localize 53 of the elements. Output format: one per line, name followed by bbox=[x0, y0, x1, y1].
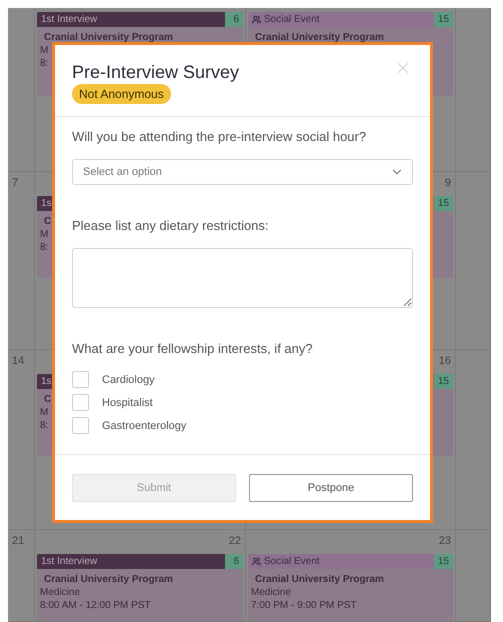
question-label: Please list any dietary restrictions: bbox=[72, 218, 270, 234]
count-badge: 15 bbox=[434, 554, 453, 569]
count-badge: 15 bbox=[434, 374, 453, 389]
day-number: 21 bbox=[12, 535, 24, 547]
event-line: 7:00 PM - 9:00 PM PST bbox=[251, 599, 357, 612]
event-line: 8: bbox=[40, 57, 48, 70]
event-line: C bbox=[43, 393, 52, 406]
event-title: 1st Interview bbox=[41, 556, 98, 567]
event-title: Social Event bbox=[252, 556, 320, 567]
text-area[interactable] bbox=[72, 248, 413, 308]
event-title: 1s bbox=[41, 376, 52, 387]
event-line: Medicine bbox=[40, 586, 80, 599]
option-label: Gastroenterology bbox=[102, 420, 186, 432]
event-line: M bbox=[40, 228, 48, 241]
event-card[interactable]: 1st Interview 6 Cranial University Program Medicine 8:00 AM - 12:00 PM PST bbox=[37, 554, 243, 621]
day-number: 9 bbox=[444, 177, 451, 189]
event-line: C bbox=[43, 215, 52, 228]
status-badge: Not Anonymous bbox=[72, 84, 171, 104]
event-title: 1st Interview bbox=[41, 14, 98, 25]
checkbox[interactable] bbox=[72, 371, 89, 388]
event-line: Cranial University Program bbox=[254, 31, 384, 44]
event-line: Cranial University Program bbox=[43, 573, 173, 586]
question-label: Will you be attending the pre-interview social hour? bbox=[72, 129, 368, 145]
checkbox[interactable] bbox=[72, 394, 89, 411]
event-title: 1s bbox=[41, 198, 52, 209]
event-line: Medicine bbox=[251, 586, 292, 599]
day-number: 22 bbox=[228, 535, 241, 547]
checkbox[interactable] bbox=[72, 417, 89, 434]
select-field[interactable]: Select an option bbox=[72, 159, 413, 185]
people-icon bbox=[252, 557, 261, 566]
event-line: Cranial University Program bbox=[254, 573, 384, 586]
event-line: M bbox=[40, 44, 48, 57]
option-label: Hospitalist bbox=[102, 396, 153, 408]
question-label: What are your fellowship interests, if any? bbox=[72, 341, 314, 357]
count-badge: 15 bbox=[434, 12, 453, 27]
dialog-title: Pre-Interview Survey bbox=[72, 61, 240, 83]
event-line: M bbox=[40, 406, 48, 419]
option-label: Cardiology bbox=[102, 374, 155, 386]
count-badge: 15 bbox=[434, 196, 453, 211]
event-line: 8: bbox=[40, 419, 48, 432]
event-title: Social Event bbox=[252, 14, 320, 25]
day-number: 16 bbox=[438, 355, 451, 367]
day-number: 23 bbox=[438, 535, 451, 547]
event-line: 8: bbox=[40, 241, 48, 254]
day-number: 7 bbox=[12, 177, 18, 189]
event-line: Cranial University Program bbox=[43, 31, 173, 44]
day-number: 14 bbox=[12, 355, 24, 367]
people-icon bbox=[252, 15, 261, 24]
count-badge: 6 bbox=[225, 554, 243, 569]
event-line: 8:00 AM - 12:00 PM PST bbox=[40, 599, 151, 612]
action-button[interactable]: Postpone bbox=[249, 474, 413, 502]
event-card[interactable]: Social Event 15 Cranial University Program Medicine 7:00 PM - 9:00 PM PST bbox=[248, 554, 453, 621]
count-badge: 6 bbox=[225, 12, 243, 27]
